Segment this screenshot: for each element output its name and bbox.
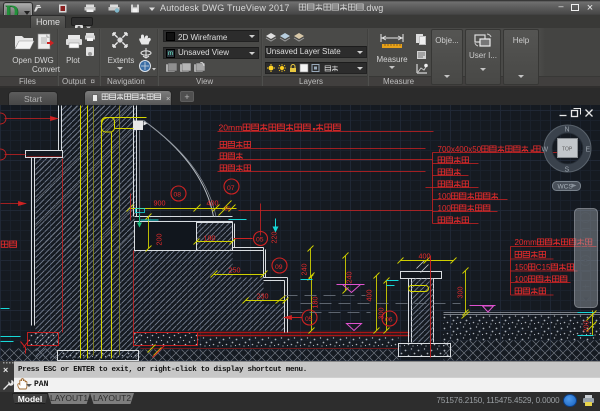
- svg-text:20mm: 20mm: [515, 238, 538, 247]
- svg-text:200: 200: [582, 321, 591, 333]
- svg-text:180: 180: [311, 297, 320, 309]
- svg-text:05: 05: [305, 316, 313, 323]
- svg-text:230: 230: [257, 292, 269, 301]
- svg-text:E: E: [586, 147, 591, 154]
- svg-text:C15: C15: [536, 263, 551, 272]
- svg-text:50: 50: [225, 207, 231, 213]
- svg-text:150: 150: [515, 263, 529, 272]
- svg-text:WCS: WCS: [558, 184, 574, 191]
- svg-text:400: 400: [207, 199, 219, 208]
- svg-text:240: 240: [300, 264, 309, 276]
- svg-text:W: W: [542, 147, 549, 154]
- svg-text:700x400x50: 700x400x50: [438, 145, 482, 154]
- svg-text:09: 09: [275, 264, 283, 271]
- svg-text:05: 05: [256, 237, 264, 244]
- svg-text:06: 06: [385, 317, 393, 324]
- svg-text:400: 400: [419, 252, 431, 261]
- svg-text:100: 100: [438, 204, 452, 213]
- svg-text:20mm: 20mm: [219, 123, 243, 133]
- svg-text:240: 240: [345, 272, 354, 284]
- svg-text:N: N: [565, 127, 570, 134]
- svg-text:300: 300: [456, 287, 465, 299]
- svg-text:190: 190: [204, 234, 216, 243]
- svg-text:250: 250: [229, 266, 241, 275]
- svg-text:100: 100: [515, 275, 529, 284]
- svg-text:S: S: [565, 167, 570, 174]
- svg-text:TOP: TOP: [562, 147, 573, 153]
- svg-text:07: 07: [227, 185, 235, 192]
- svg-text:100: 100: [438, 192, 452, 201]
- svg-text:220: 220: [270, 232, 279, 244]
- svg-text:900: 900: [154, 199, 166, 208]
- svg-text:400: 400: [365, 290, 374, 302]
- svg-text:08: 08: [174, 192, 182, 199]
- svg-text:200: 200: [155, 234, 164, 246]
